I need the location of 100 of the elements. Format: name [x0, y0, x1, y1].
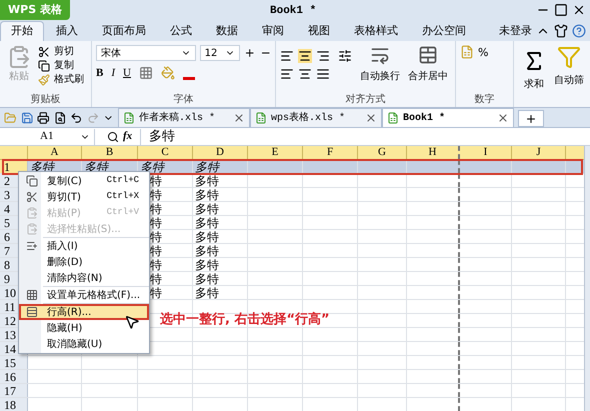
group-label: 剪贴板 [30, 92, 62, 107]
spreadsheet-icon [387, 112, 399, 124]
maximize-icon[interactable] [554, 3, 568, 17]
window-title: Book1 * [270, 4, 316, 19]
table-cell: 特 [150, 286, 162, 300]
column-header[interactable]: F [303, 146, 358, 159]
row-header[interactable]: 18 [0, 398, 28, 411]
column-header[interactable]: A [28, 146, 82, 159]
underline-button[interactable]: U [123, 65, 131, 82]
annotation-text: 选中一整行, 右击选择“行高” [160, 310, 330, 329]
column-header[interactable]: D [193, 146, 248, 159]
menu-item[interactable]: 行高(R)... [19, 304, 149, 320]
table-cell: 特 [150, 230, 162, 244]
spreadsheet-icon [255, 112, 267, 124]
sum-button[interactable]: 求和 [514, 41, 554, 107]
shirt-icon[interactable] [554, 24, 568, 38]
function-label[interactable]: fx [123, 128, 132, 145]
column-header[interactable]: C [138, 146, 193, 159]
table-cell: 特 [150, 188, 162, 202]
ribbon-tab[interactable]: 数据 [204, 21, 250, 41]
table-cell: 特 [150, 244, 162, 258]
close-icon[interactable] [572, 3, 586, 17]
document-tab[interactable]: Book1 * [382, 108, 514, 127]
column-header[interactable]: H [407, 146, 460, 159]
clipboard-icon [26, 207, 38, 219]
row-header[interactable]: 15 [0, 356, 28, 369]
close-icon[interactable] [233, 112, 245, 124]
paintbrush-icon [38, 74, 50, 86]
ribbon-tab[interactable]: 页面布局 [90, 21, 158, 41]
font-size-field[interactable]: 12 [200, 45, 240, 61]
align-right-icon[interactable] [316, 67, 330, 81]
align-top-icon[interactable] [280, 49, 294, 63]
row-header[interactable]: 16 [0, 370, 28, 383]
align-bottom-icon[interactable] [316, 49, 330, 63]
ribbon-tab[interactable]: 审阅 [250, 21, 296, 41]
bold-button[interactable]: B [96, 65, 104, 82]
ribbon-tab[interactable]: 表格样式 [342, 21, 410, 41]
save-icon[interactable] [20, 110, 34, 124]
login-status[interactable]: 未登录 [499, 22, 532, 40]
document-tab[interactable]: 作者来稿.xls * [118, 108, 250, 127]
align-left-icon[interactable] [280, 67, 294, 81]
wrap-text-button[interactable]: 自动换行 [360, 45, 400, 92]
search-icon[interactable] [107, 130, 119, 142]
mouse-cursor-icon [124, 314, 140, 330]
print-preview-icon[interactable] [54, 110, 66, 124]
print-icon[interactable] [37, 110, 50, 124]
column-header[interactable]: E [248, 146, 303, 159]
new-tab-button[interactable] [518, 110, 544, 127]
clipboard-icon [7, 45, 31, 69]
table-cell: 特 [150, 272, 162, 286]
table-cell: 多特 [195, 286, 219, 300]
merge-cells-icon [418, 45, 438, 65]
table-cell: 多特 [195, 258, 219, 272]
plus-icon [525, 112, 537, 124]
document-tab[interactable]: wps表格.xls * [250, 108, 382, 127]
close-icon[interactable] [365, 112, 377, 124]
ribbon-tab[interactable]: 视图 [296, 21, 342, 41]
copy-icon [38, 60, 50, 72]
scissors-icon [26, 191, 38, 203]
table-cell: 多特 [195, 230, 219, 244]
percent-button[interactable]: % [478, 45, 488, 62]
clipboard-icon [26, 223, 38, 235]
funnel-icon [557, 45, 581, 69]
column-header[interactable]: B [82, 146, 138, 159]
name-box[interactable]: A1 [0, 128, 95, 144]
undo-icon[interactable] [70, 110, 83, 124]
italic-button[interactable]: I [111, 65, 116, 82]
fill-color-icon[interactable] [160, 66, 175, 80]
align-middle-icon[interactable] [298, 49, 312, 63]
table-cell: 特 [150, 216, 162, 230]
table-cell: 特 [150, 202, 162, 216]
format-painter-button[interactable]: 格式刷 [38, 73, 84, 87]
table-cell: 多特 [195, 188, 219, 202]
scissors-icon [38, 46, 50, 58]
vertical-scrollbar[interactable] [584, 146, 590, 411]
column-header[interactable]: J [512, 146, 566, 159]
column-header[interactable]: G [358, 146, 407, 159]
table-cell: 多特 [195, 272, 219, 286]
close-icon[interactable] [497, 112, 509, 124]
ribbon-tab[interactable]: 插入 [44, 21, 90, 41]
table-cell: 特 [150, 258, 162, 272]
formula-field[interactable]: 多特 [140, 128, 590, 144]
filter-button[interactable]: 自动筛 [554, 41, 584, 107]
table-cell: 多特 [195, 244, 219, 258]
align-center-icon[interactable] [298, 67, 312, 81]
copy-button[interactable]: 复制 [38, 59, 84, 73]
column-header[interactable]: I [460, 146, 512, 159]
cut-button[interactable]: 剪切 [38, 45, 84, 59]
grow-font-icon[interactable] [244, 47, 256, 59]
ribbon-tab[interactable]: 开始 [0, 21, 44, 41]
help-icon[interactable] [572, 24, 586, 38]
font-name-field[interactable]: 宋体 [96, 45, 196, 61]
row-header[interactable]: 17 [0, 384, 28, 397]
borders-icon[interactable] [138, 66, 153, 80]
ribbon-tab[interactable]: 公式 [158, 21, 204, 41]
group-label: 对齐方式 [346, 92, 386, 107]
group-label: 字体 [174, 92, 194, 107]
merge-center-button[interactable]: 合并居中 [408, 45, 448, 92]
rows-icon [26, 306, 38, 318]
ribbon-tab[interactable]: 办公空间 [410, 21, 478, 41]
